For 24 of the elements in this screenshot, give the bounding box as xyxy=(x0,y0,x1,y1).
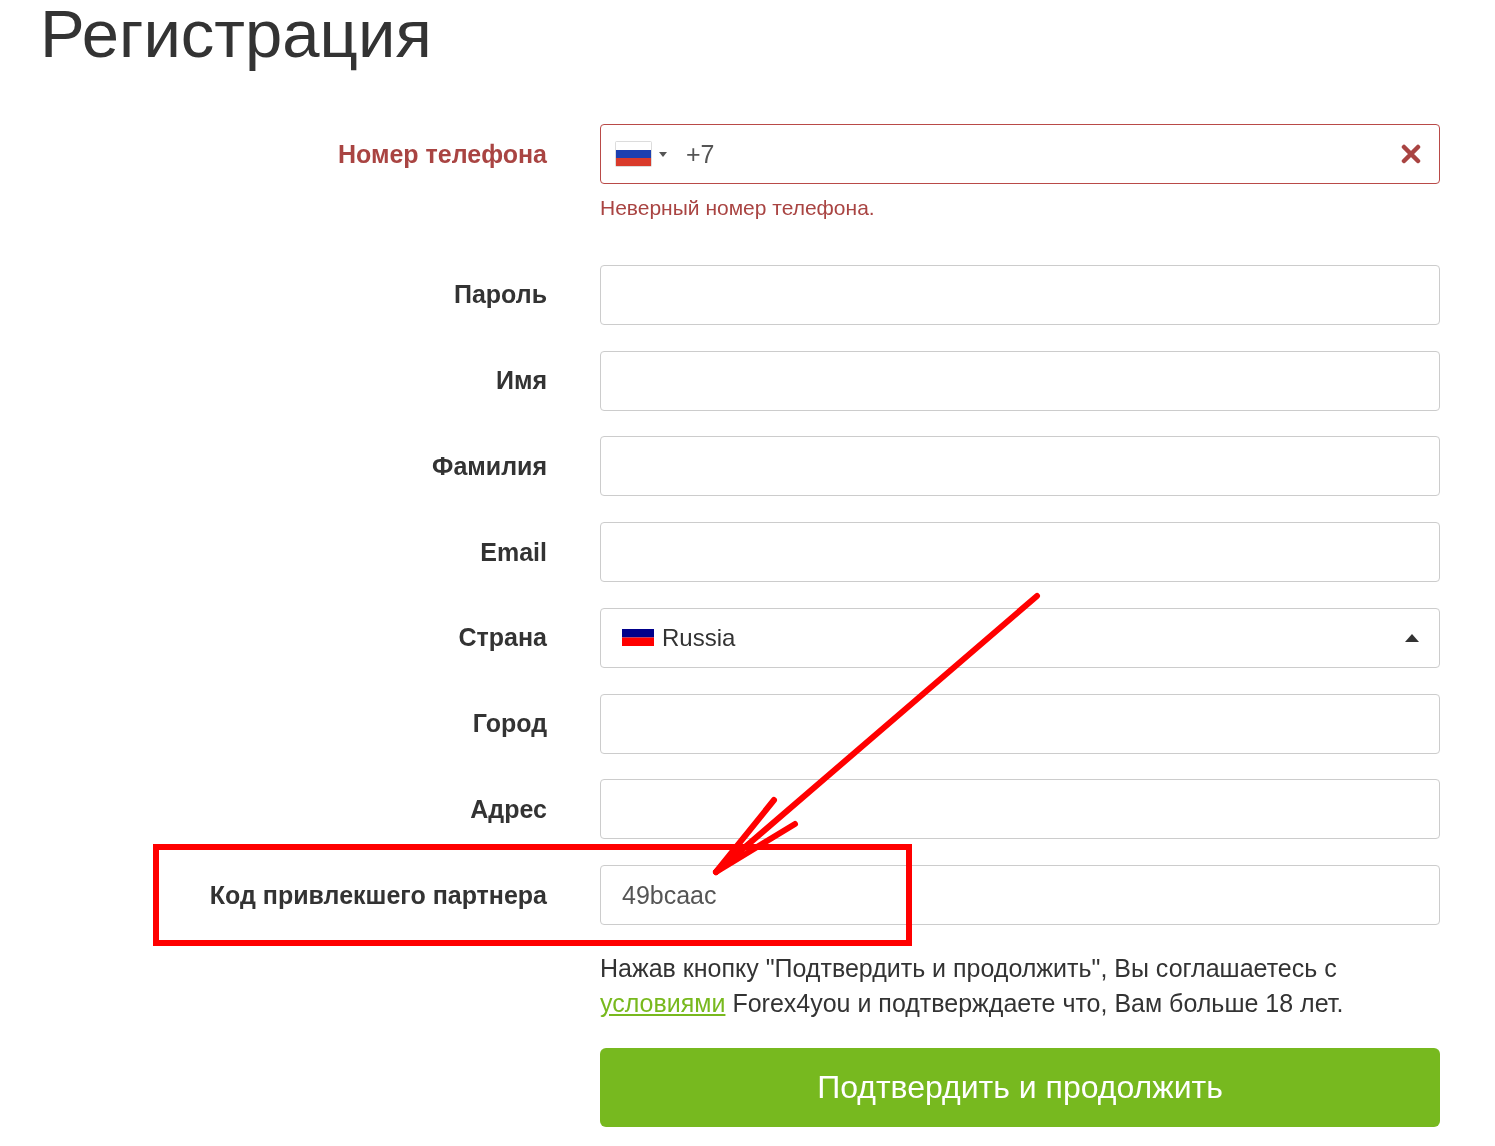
field-label: Адрес xyxy=(470,793,547,825)
flag-icon[interactable] xyxy=(615,141,652,167)
field-label: Пароль xyxy=(453,279,547,311)
password-field[interactable] xyxy=(600,264,1440,325)
input-field[interactable]: 49bcaac xyxy=(600,865,1440,925)
country-select[interactable]: Russia xyxy=(600,607,1440,668)
error-message: Неверный номер телефона. xyxy=(600,196,876,220)
input-field[interactable] xyxy=(600,436,1440,497)
phone-field[interactable]: +7 xyxy=(600,124,1440,184)
input-field[interactable] xyxy=(600,779,1440,840)
flag-icon xyxy=(622,629,654,647)
input-field[interactable] xyxy=(600,350,1440,411)
field-label: Город xyxy=(472,708,547,739)
caret-up-icon xyxy=(1405,633,1419,642)
field-label: Код привлекшего партнера xyxy=(209,879,547,911)
field-label: Страна xyxy=(458,622,547,654)
caret-down-icon[interactable] xyxy=(659,152,667,157)
field-label: Email xyxy=(480,536,547,568)
input-field[interactable] xyxy=(600,522,1440,582)
field-label: Имя xyxy=(495,365,547,396)
input-field[interactable] xyxy=(600,693,1440,754)
field-label: Фамилия xyxy=(432,450,547,482)
agreement-text: Нажав кнопку "Подтвердить и продолжить", Вы соглашаетесь с условиями Forex4you и подтверждаете что, Вам больше 18 лет. xyxy=(600,952,1345,1019)
field-label: Номер телефона xyxy=(337,138,547,170)
